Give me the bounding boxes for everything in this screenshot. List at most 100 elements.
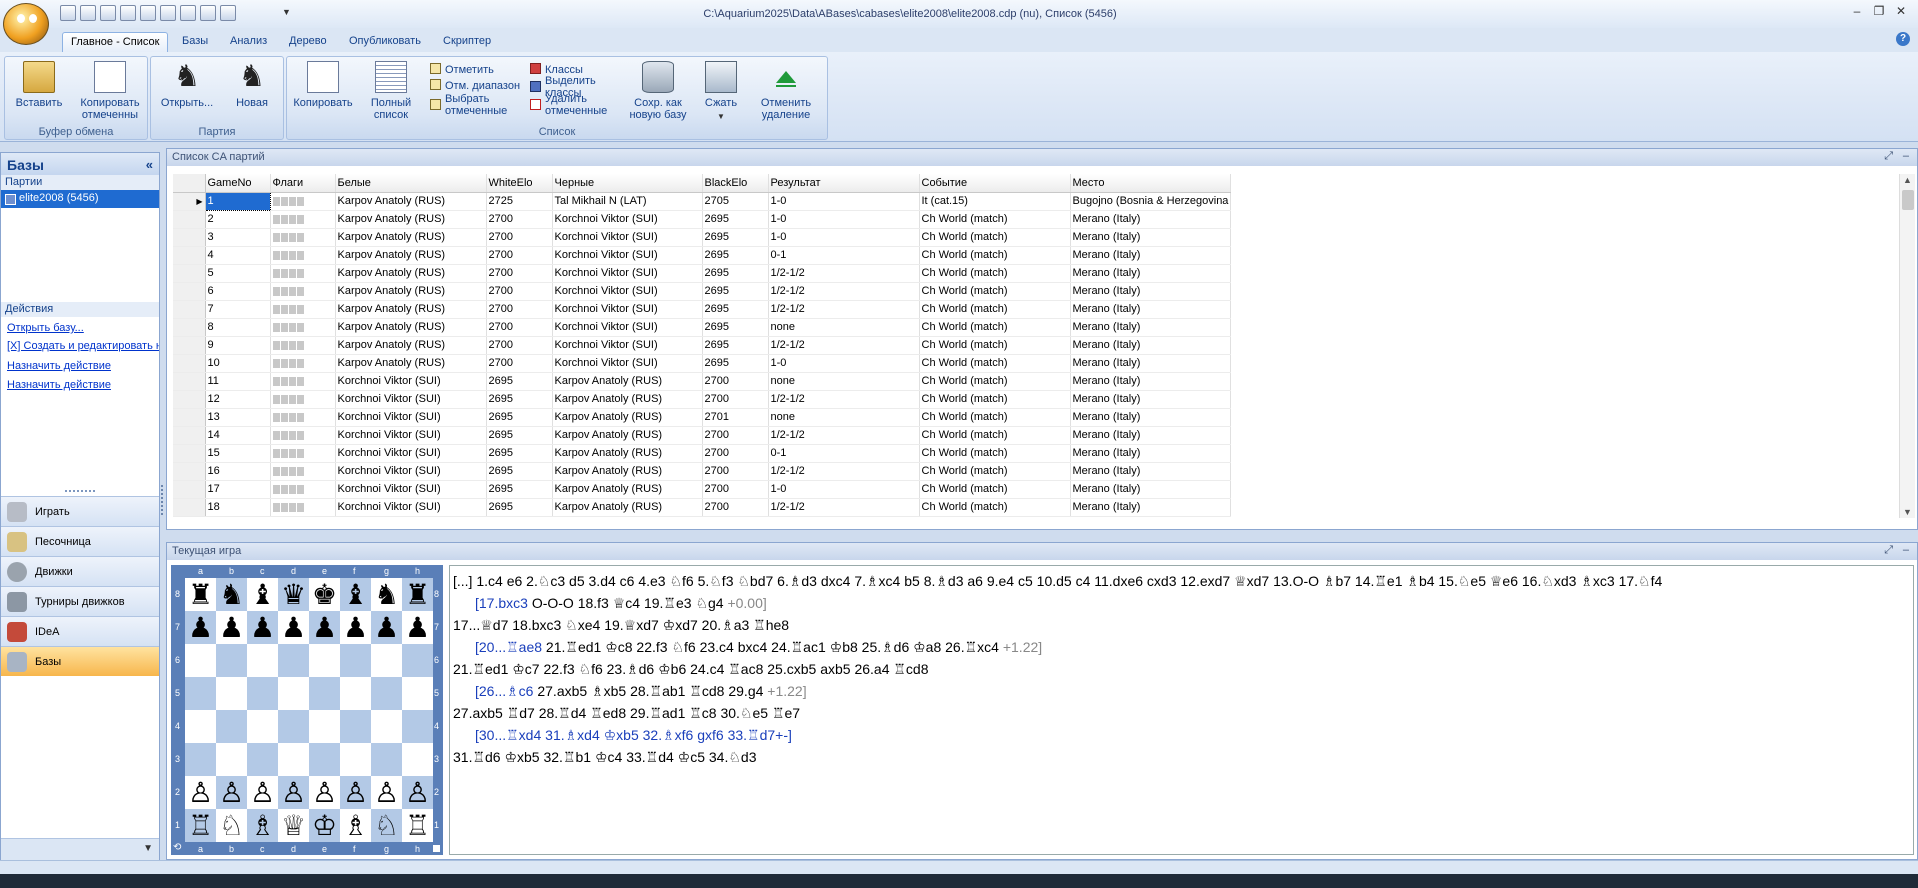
customize-qat-icon[interactable]: ▼ — [282, 7, 291, 17]
board-square-d1[interactable]: ♕ — [278, 809, 309, 842]
cell-blackelo[interactable]: 2700 — [702, 462, 769, 481]
cell-blackelo[interactable]: 2695 — [702, 228, 769, 247]
cell-whiteelo[interactable]: 2695 — [486, 462, 553, 481]
save-icon[interactable] — [80, 5, 96, 21]
board-square-f7[interactable]: ♟ — [340, 611, 371, 644]
table-row[interactable]: 9 Karpov Anatoly (RUS) 2700 Korchnoi Viktor… — [173, 336, 1232, 355]
cell-flags[interactable] — [270, 210, 336, 229]
copy-button[interactable]: Копировать — [291, 61, 355, 125]
chess-piece-icon[interactable]: ♝ — [343, 578, 368, 611]
row-header[interactable] — [173, 480, 206, 499]
cell-result[interactable]: none — [768, 372, 920, 391]
cell-white[interactable]: Korchnoi Viktor (SUI) — [335, 498, 487, 517]
cell-event[interactable]: Ch World (match) — [919, 282, 1071, 301]
cell-gameno[interactable]: 1 — [204, 191, 271, 211]
cell-result[interactable]: 1-0 — [768, 480, 920, 499]
cell-result[interactable]: 1/2-1/2 — [768, 300, 920, 319]
chess-piece-icon[interactable]: ♟ — [405, 611, 430, 644]
table-row[interactable]: ▶ 1 Karpov Anatoly (RUS) 2725 Tal Mikhail N … — [173, 191, 1232, 211]
col-header-whiteelo[interactable]: WhiteElo — [486, 174, 553, 193]
cell-event[interactable]: Ch World (match) — [919, 498, 1071, 517]
board-square-d7[interactable]: ♟ — [278, 611, 309, 644]
chess-piece-icon[interactable]: ♙ — [250, 776, 275, 809]
cell-event[interactable]: Ch World (match) — [919, 480, 1071, 499]
cell-site[interactable]: Merano (Italy) — [1070, 498, 1232, 517]
cell-blackelo[interactable]: 2695 — [702, 246, 769, 265]
board-square-e4[interactable] — [309, 710, 340, 743]
cell-event[interactable]: Ch World (match) — [919, 408, 1071, 427]
chess-piece-icon[interactable]: ♞ — [219, 578, 244, 611]
cell-gameno[interactable]: 12 — [205, 390, 271, 409]
board-square-g8[interactable]: ♞ — [371, 578, 402, 611]
splitter-grip[interactable] — [161, 485, 164, 515]
paste-button[interactable]: Вставить — [13, 61, 65, 125]
board-square-e5[interactable] — [309, 677, 340, 710]
board-square-f1[interactable]: ♗ — [340, 809, 371, 842]
cell-blackelo[interactable]: 2700 — [702, 426, 769, 445]
mark-range-button[interactable]: Отм. диапазон — [430, 79, 520, 93]
copy-icon[interactable] — [180, 5, 196, 21]
cell-black[interactable]: Korchnoi Viktor (SUI) — [552, 282, 703, 301]
cell-result[interactable]: 1/2-1/2 — [768, 426, 920, 445]
help-icon[interactable]: ? — [1896, 32, 1910, 46]
board-square-g4[interactable] — [371, 710, 402, 743]
chess-piece-icon[interactable]: ♙ — [188, 776, 213, 809]
cell-flags[interactable] — [270, 246, 336, 265]
nav-engine-tournaments[interactable]: Турниры движков — [1, 586, 159, 616]
table-row[interactable]: 12 Korchnoi Viktor (SUI) 2695 Karpov Anatol… — [173, 390, 1232, 409]
chess-piece-icon[interactable]: ♜ — [405, 578, 430, 611]
cell-black[interactable]: Karpov Anatoly (RUS) — [552, 426, 703, 445]
cell-flags[interactable] — [270, 390, 336, 409]
scrollbar-thumb[interactable] — [1902, 190, 1914, 210]
row-header[interactable] — [173, 390, 206, 409]
cell-result[interactable]: none — [768, 408, 920, 427]
person-icon[interactable] — [200, 5, 216, 21]
table-row[interactable]: 15 Korchnoi Viktor (SUI) 2695 Karpov Anatol… — [173, 444, 1232, 463]
board-square-h2[interactable]: ♙ — [402, 776, 433, 809]
chess-piece-icon[interactable]: ♙ — [343, 776, 368, 809]
cell-result[interactable]: none — [768, 318, 920, 337]
row-header[interactable] — [173, 282, 206, 301]
cell-whiteelo[interactable]: 2695 — [486, 426, 553, 445]
create-new-link[interactable]: [X] Создать и редактировать новую — [7, 340, 159, 352]
chess-piece-icon[interactable]: ♙ — [219, 776, 244, 809]
select-marked-button[interactable]: Выбрать отмеченные — [430, 93, 507, 119]
cell-blackelo[interactable]: 2695 — [702, 354, 769, 373]
cell-white[interactable]: Karpov Anatoly (RUS) — [335, 336, 487, 355]
row-header[interactable] — [173, 318, 206, 337]
cell-result[interactable]: 0-1 — [768, 444, 920, 463]
cell-black[interactable]: Karpov Anatoly (RUS) — [552, 444, 703, 463]
variation-2[interactable]: [20...♖ae8 21.♖ed1 ♔c8 22.f3 ♘f6 23.c4 b… — [453, 636, 1910, 658]
cell-flags[interactable] — [270, 372, 336, 391]
row-header[interactable] — [173, 210, 206, 229]
cell-blackelo[interactable]: 2695 — [702, 210, 769, 229]
cell-whiteelo[interactable]: 2695 — [486, 498, 553, 517]
cell-result[interactable]: 1/2-1/2 — [768, 498, 920, 517]
cell-black[interactable]: Karpov Anatoly (RUS) — [552, 480, 703, 499]
board-square-c1[interactable]: ♗ — [247, 809, 278, 842]
board-square-a4[interactable] — [185, 710, 216, 743]
chess-piece-icon[interactable]: ♟ — [188, 611, 213, 644]
cell-blackelo[interactable]: 2695 — [702, 336, 769, 355]
variation-1-text[interactable]: O-O-O 18.f3 ♕c4 19.♖e3 ♘g4 — [528, 595, 728, 611]
cell-event[interactable]: Ch World (match) — [919, 462, 1071, 481]
cell-result[interactable]: 1/2-1/2 — [768, 282, 920, 301]
cell-result[interactable]: 1-0 — [768, 210, 920, 229]
col-header-flags[interactable]: Флаги — [270, 174, 336, 193]
cell-event[interactable]: Ch World (match) — [919, 210, 1071, 229]
cell-black[interactable]: Korchnoi Viktor (SUI) — [552, 336, 703, 355]
cell-whiteelo[interactable]: 2695 — [486, 372, 553, 391]
cell-site[interactable]: Merano (Italy) — [1070, 300, 1232, 319]
chess-piece-icon[interactable]: ♗ — [343, 809, 368, 842]
chess-piece-icon[interactable]: ♘ — [219, 809, 244, 842]
cell-black[interactable]: Tal Mikhail N (LAT) — [552, 192, 703, 211]
mainline-5[interactable]: 31.♖d6 ♔xb5 32.♖b1 ♔c4 33.♖d4 ♔c5 34.♘d3 — [453, 746, 1910, 768]
maximize-game-panel-icon[interactable]: ⤢ — [1884, 544, 1893, 557]
close-icon[interactable]: ✕ — [1892, 3, 1910, 19]
full-list-button[interactable]: Полный список — [367, 61, 415, 125]
row-header[interactable] — [173, 462, 206, 481]
users-icon[interactable] — [100, 5, 116, 21]
cell-whiteelo[interactable]: 2700 — [486, 228, 553, 247]
cell-site[interactable]: Merano (Italy) — [1070, 354, 1232, 373]
cell-whiteelo[interactable]: 2695 — [486, 390, 553, 409]
